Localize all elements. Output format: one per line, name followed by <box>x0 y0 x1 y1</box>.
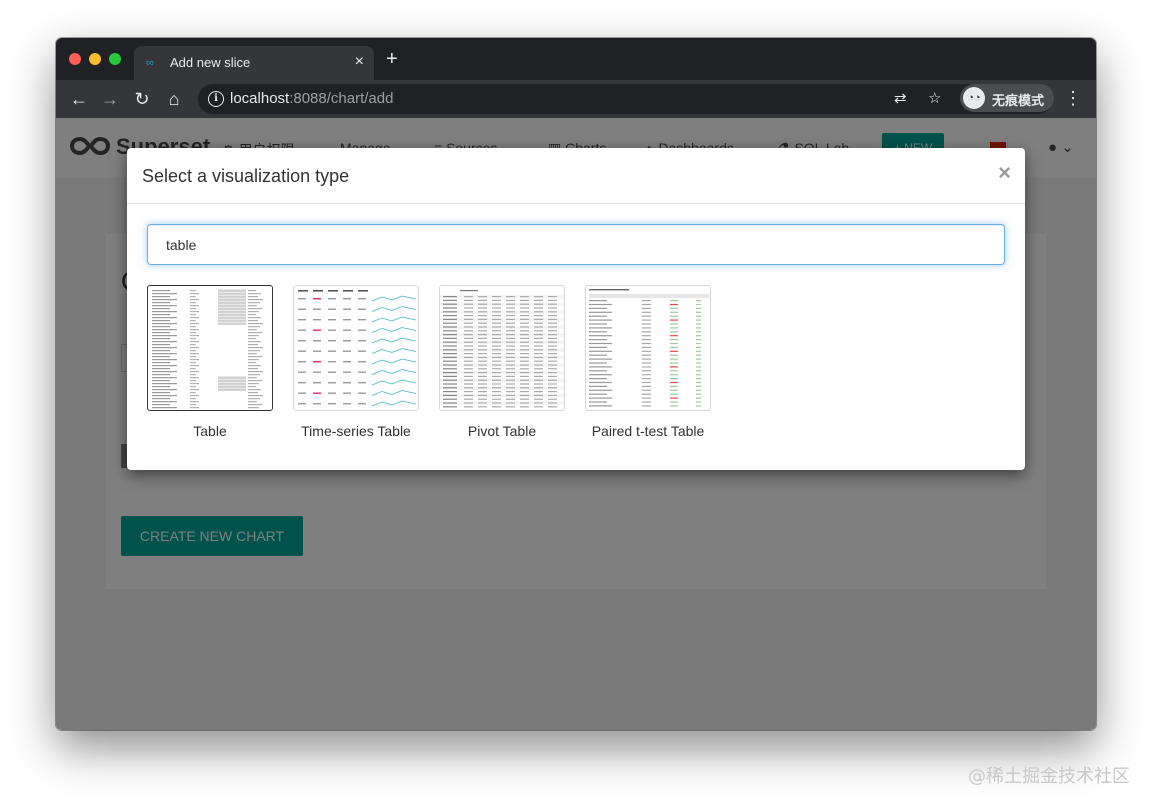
viz-label: Table <box>193 423 227 439</box>
viz-label: Time-series Table <box>301 423 411 439</box>
watermark: @稀土掘金技术社区 <box>968 766 1130 787</box>
pivot-table-preview-icon <box>440 290 564 408</box>
viz-type-modal: Select a visualization type × Table Time… <box>127 148 1025 470</box>
new-tab-button[interactable]: + <box>386 49 398 69</box>
viz-search-input[interactable] <box>147 224 1005 265</box>
forward-arrow-icon[interactable]: → <box>99 88 121 110</box>
star-icon[interactable]: ☆ <box>928 89 941 107</box>
translate-icon[interactable]: ⇄ <box>894 89 907 107</box>
superset-favicon-icon: ∞ <box>146 57 154 69</box>
reload-icon[interactable]: ↻ <box>131 88 153 110</box>
close-icon[interactable]: × <box>998 160 1011 186</box>
address-bar[interactable]: i localhost:8088/chart/add ⇄ ☆ <box>198 84 1053 114</box>
browser-window: ∞ Add new slice × + ← → ↻ ⌂ i localhost:… <box>56 38 1096 730</box>
paired-t-test-table-thumbnail <box>585 285 711 411</box>
time-series-table-thumbnail <box>293 285 419 411</box>
viz-option-paired-t-test-table[interactable]: Paired t-test Table <box>575 285 721 439</box>
paired-t-test-preview-icon <box>589 289 709 407</box>
table-thumbnail <box>147 285 273 411</box>
viz-option-pivot-table[interactable]: Pivot Table <box>429 285 575 439</box>
minimize-window-button[interactable] <box>89 53 101 65</box>
url-text: localhost:8088/chart/add <box>230 90 394 107</box>
kebab-menu-icon[interactable]: ⋮ <box>1064 88 1082 109</box>
tab-close-icon[interactable]: × <box>355 53 364 71</box>
pivot-table-thumbnail <box>439 285 565 411</box>
back-arrow-icon[interactable]: ← <box>68 88 90 110</box>
maximize-window-button[interactable] <box>109 53 121 65</box>
browser-tab[interactable]: ∞ Add new slice × <box>134 46 374 80</box>
tab-title: Add new slice <box>170 55 251 70</box>
table-preview-icon <box>152 289 263 409</box>
incognito-badge[interactable]: ◔◔ 无痕模式 <box>960 84 1054 112</box>
home-icon[interactable]: ⌂ <box>163 88 185 110</box>
info-icon[interactable]: i <box>208 91 224 107</box>
viz-label: Pivot Table <box>467 423 537 439</box>
time-series-table-preview-icon <box>298 290 417 407</box>
tab-bar: ∞ Add new slice × + <box>56 38 1096 80</box>
incognito-icon: ◔◔ <box>963 87 985 109</box>
modal-header: Select a visualization type × <box>127 148 1025 204</box>
close-window-button[interactable] <box>69 53 81 65</box>
browser-toolbar: ← → ↻ ⌂ i localhost:8088/chart/add ⇄ ☆ <box>56 80 1096 118</box>
viz-label: Paired t-test Table <box>591 423 705 439</box>
viz-option-table[interactable]: Table <box>137 285 283 439</box>
incognito-label: 无痕模式 <box>992 94 1045 109</box>
viz-option-time-series-table[interactable]: Time-series Table <box>283 285 429 439</box>
modal-title: Select a visualization type <box>142 166 350 186</box>
